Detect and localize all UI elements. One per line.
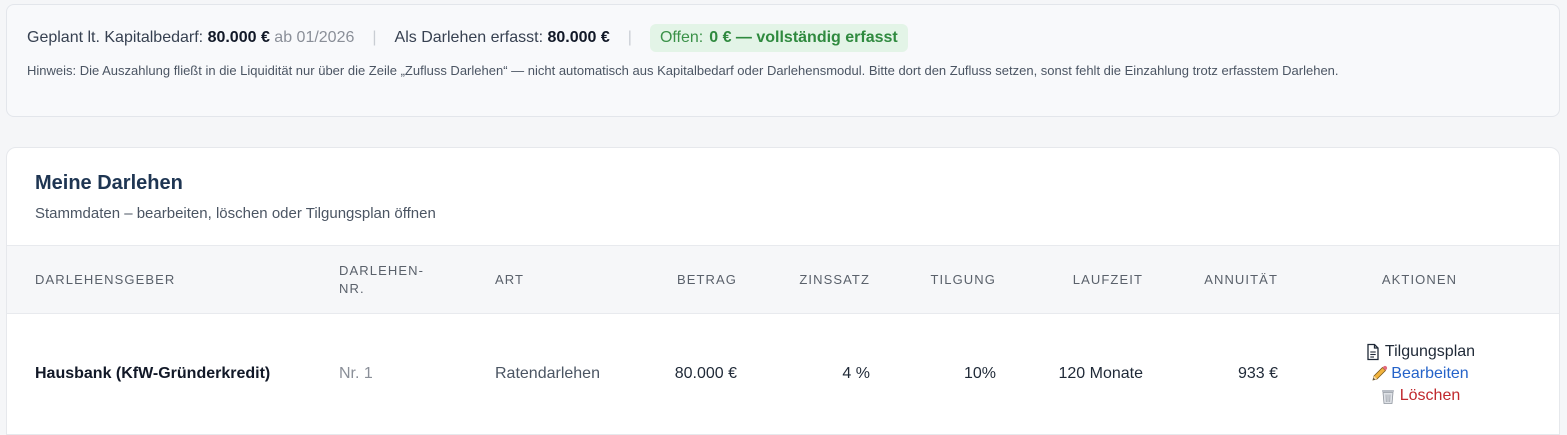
liquidity-hint: Hinweis: Die Auszahlung fließt in die Li…: [27, 63, 1339, 78]
cell-type: Ratendarlehen: [495, 364, 600, 382]
card-header: Meine Darlehen Stammdaten – bearbeiten, …: [7, 148, 1559, 245]
loans-table: Darlehensgeber Darlehen- Nr. Art Betrag …: [7, 245, 1559, 434]
col-type: Art: [495, 271, 525, 287]
col-number-line2: Nr.: [339, 280, 365, 296]
capital-summary-panel: Geplant lt. Kapitalbedarf: 80.000 € ab 0…: [6, 4, 1560, 117]
cell-actions: Tilgungsplan Bearbeiten Löschen: [1278, 314, 1559, 434]
col-number: Darlehen- Nr.: [339, 246, 495, 314]
col-term: Laufzeit: [1072, 271, 1143, 287]
edit-label: Bearbeiten: [1391, 364, 1469, 382]
cell-lender: Hausbank (KfW-Gründerkredit): [35, 364, 271, 382]
loans-label: Als Darlehen erfasst:: [394, 29, 544, 46]
document-icon: [1367, 343, 1379, 360]
cell-repayment: 10%: [963, 364, 996, 382]
table-header-row: Darlehensgeber Darlehen- Nr. Art Betrag …: [7, 245, 1559, 314]
cell-rate: 4 %: [842, 364, 870, 382]
col-amount: Betrag: [676, 271, 737, 287]
pencil-icon: [1372, 365, 1388, 381]
open-label: Offen:: [659, 29, 704, 46]
loans-card: Meine Darlehen Stammdaten – bearbeiten, …: [6, 147, 1560, 435]
tilgungsplan-button[interactable]: Tilgungsplan: [1364, 343, 1475, 361]
planned-since: ab 01/2026: [274, 29, 355, 46]
delete-button[interactable]: Löschen: [1379, 386, 1461, 405]
col-annuity: Annuität: [1204, 271, 1278, 287]
col-actions: Aktionen: [1381, 271, 1458, 287]
trash-icon: [1381, 389, 1394, 404]
planned-label: Geplant lt. Kapitalbedarf:: [27, 29, 204, 46]
separator: |: [627, 29, 632, 46]
planned-value: 80.000 €: [207, 29, 270, 46]
separator: |: [372, 29, 377, 46]
table-row: Hausbank (KfW-Gründerkredit) Nr. 1 Raten…: [7, 314, 1559, 434]
cell-annuity: 933 €: [1237, 364, 1278, 382]
cell-term: 120 Monate: [1058, 364, 1143, 382]
open-status-badge: Offen: 0 € — vollständig erfasst: [649, 24, 908, 52]
col-lender: Darlehensgeber: [35, 271, 176, 287]
edit-button[interactable]: Bearbeiten: [1370, 364, 1469, 383]
delete-label: Löschen: [1399, 386, 1461, 404]
loans-value: 80.000 €: [547, 29, 610, 46]
row-actions: Tilgungsplan Bearbeiten Löschen: [1278, 343, 1559, 405]
col-rate: Zinssatz: [799, 271, 870, 287]
open-value: 0 € — vollständig erfasst: [709, 29, 898, 46]
summary-row: Geplant lt. Kapitalbedarf: 80.000 € ab 0…: [27, 24, 1539, 52]
cell-amount: 80.000 €: [674, 364, 737, 382]
col-number-line1: Darlehen-: [339, 262, 425, 278]
card-subtitle: Stammdaten – bearbeiten, löschen oder Ti…: [35, 205, 436, 222]
tilgungsplan-label: Tilgungsplan: [1384, 342, 1476, 360]
col-repayment: Tilgung: [930, 271, 996, 287]
card-title: Meine Darlehen: [35, 172, 183, 194]
cell-number: Nr. 1: [339, 364, 373, 382]
